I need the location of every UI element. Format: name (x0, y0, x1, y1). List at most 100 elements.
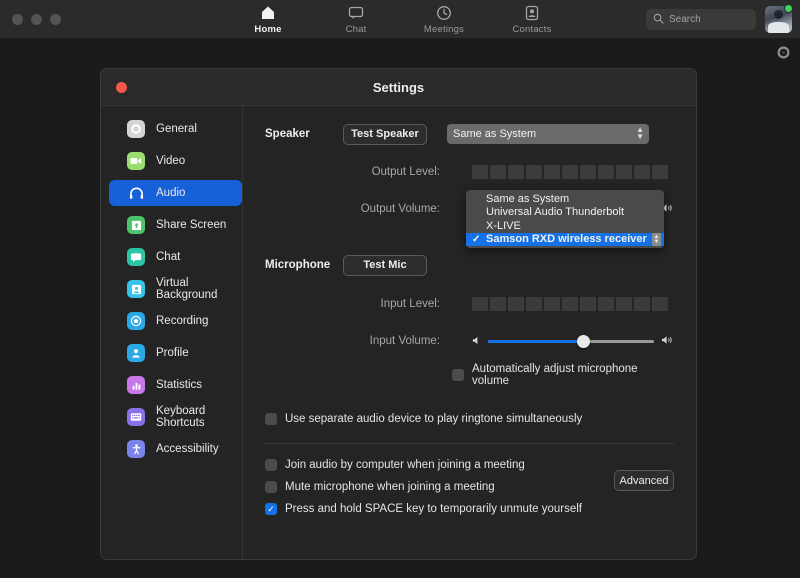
check-icon: ✓ (472, 233, 481, 245)
output-level-meter (472, 165, 668, 179)
section-divider (265, 443, 674, 444)
sidebar-item-recording[interactable]: Recording (109, 308, 242, 334)
space-key-checkbox[interactable]: ✓ (265, 503, 277, 515)
input-volume-track[interactable] (488, 334, 654, 348)
input-volume-knob[interactable] (576, 334, 590, 348)
mute-mic-row[interactable]: Mute microphone when joining a meeting (265, 476, 674, 498)
speaker-section-label: Speaker (265, 128, 310, 140)
dropdown-stepper-icon[interactable]: ▲ ▼ (652, 233, 661, 246)
sidebar-item-label: Accessibility (156, 443, 219, 455)
meter-segment (508, 297, 524, 311)
test-mic-button[interactable]: Test Mic (343, 254, 427, 276)
sidebar-item-label: Chat (156, 251, 181, 263)
sidebar-item-virtual-background[interactable]: Virtual Background (109, 276, 242, 302)
ringtone-device-checkbox[interactable] (265, 413, 277, 425)
meter-segment (544, 165, 560, 179)
sidebar-item-keyboard-shortcuts[interactable]: Keyboard Shortcuts (109, 404, 242, 430)
tab-meetings[interactable]: Meetings (416, 2, 472, 35)
close-icon[interactable] (116, 82, 127, 93)
ringtone-device-row[interactable]: Use separate audio device to play ringto… (265, 408, 674, 430)
mic-low-icon (472, 332, 481, 350)
sidebar-item-label: General (156, 123, 197, 135)
dropdown-option-x-live[interactable]: X-LIVE (466, 219, 664, 233)
accessibility-icon (127, 440, 145, 458)
chat-bubble-icon (348, 4, 364, 21)
meter-segment (526, 297, 542, 311)
space-key-row[interactable]: ✓ Press and hold SPACE key to temporaril… (265, 498, 674, 520)
person-icon (127, 344, 145, 362)
sidebar-item-statistics[interactable]: Statistics (109, 372, 242, 398)
auto-adjust-mic-label: Automatically adjust microphone volume (472, 363, 638, 387)
video-camera-icon (127, 152, 145, 170)
meter-segment (508, 165, 524, 179)
chevron-updown-icon: ▲ ▼ (636, 125, 644, 141)
sidebar-item-label: Profile (156, 347, 189, 359)
audio-device-dropdown-menu[interactable]: Same as System Universal Audio Thunderbo… (466, 190, 664, 248)
dropdown-option-same-as-system[interactable]: Same as System (466, 192, 664, 206)
settings-window: Settings General Video Audio Share Scree… (100, 68, 697, 560)
sidebar-item-label: Keyboard Shortcuts (156, 405, 206, 429)
meter-segment (598, 165, 614, 179)
sidebar-item-profile[interactable]: Profile (109, 340, 242, 366)
join-audio-row[interactable]: Join audio by computer when joining a me… (265, 454, 674, 476)
gear-icon (127, 120, 145, 138)
speaker-device-select[interactable]: Same as System ▲ ▼ (447, 124, 649, 144)
input-volume-row: Input Volume: (265, 327, 674, 355)
sidebar-item-audio[interactable]: Audio (109, 180, 243, 206)
speaker-row: Speaker Test Speaker Same as System ▲ ▼ (265, 120, 674, 148)
person-frame-icon (127, 280, 145, 298)
test-speaker-button[interactable]: Test Speaker (343, 123, 427, 145)
dropdown-option-label: Universal Audio Thunderbolt (486, 206, 624, 219)
sidebar-item-chat[interactable]: Chat (109, 244, 242, 270)
sidebar-item-general[interactable]: General (109, 116, 242, 142)
dropdown-option-universal-audio-thunderbolt[interactable]: Universal Audio Thunderbolt (466, 206, 664, 220)
space-key-label: Press and hold SPACE key to temporarily … (285, 503, 583, 515)
meter-segment (472, 297, 488, 311)
search-input[interactable]: Search (646, 9, 756, 30)
contact-card-icon (525, 4, 539, 21)
meter-segment (652, 297, 668, 311)
search-icon (653, 11, 664, 29)
output-volume-label: Output Volume: (360, 203, 440, 215)
meter-segment (634, 165, 650, 179)
auto-adjust-mic-checkbox[interactable] (452, 369, 464, 381)
meter-segment (544, 297, 560, 311)
avatar-body (768, 22, 789, 33)
audio-settings-panel: Speaker Test Speaker Same as System ▲ ▼ O… (243, 106, 696, 559)
input-level-label: Input Level: (380, 298, 440, 310)
mute-mic-label: Mute microphone when joining a meeting (285, 481, 495, 493)
sidebar-item-video[interactable]: Video (109, 148, 242, 174)
chat-bubble-icon (127, 248, 145, 266)
keyboard-icon (127, 408, 145, 426)
sidebar-item-label: Video (156, 155, 186, 167)
sidebar-item-share-screen[interactable]: Share Screen (109, 212, 242, 238)
input-level-row: Input Level: (265, 290, 674, 318)
dropdown-option-label: Same as System (486, 192, 570, 205)
meter-segment (616, 297, 632, 311)
auto-adjust-mic-row[interactable]: Automatically adjust microphone volume (452, 363, 674, 387)
avatar-head (774, 10, 783, 19)
clock-icon (436, 4, 452, 21)
advanced-button[interactable]: Advanced (614, 470, 674, 491)
tab-chat[interactable]: Chat (328, 2, 384, 35)
dropdown-option-samson-rxd-wireless-receiver[interactable]: ✓ Samson RXD wireless receiver (466, 232, 664, 246)
tab-contacts[interactable]: Contacts (504, 2, 560, 35)
input-level-meter (472, 297, 668, 311)
input-volume-slider[interactable] (472, 332, 674, 350)
dropdown-option-label: Samson RXD wireless receiver (486, 233, 647, 246)
mute-mic-checkbox[interactable] (265, 481, 277, 493)
search-placeholder: Search (669, 14, 701, 25)
join-audio-checkbox[interactable] (265, 459, 277, 471)
gear-icon[interactable] (776, 45, 791, 65)
sidebar-item-accessibility[interactable]: Accessibility (109, 436, 242, 462)
record-dot-icon (127, 312, 145, 330)
meter-segment (616, 165, 632, 179)
meter-segment (580, 297, 596, 311)
bar-chart-icon (127, 376, 145, 394)
tab-home[interactable]: Home (240, 2, 296, 35)
meter-segment (652, 165, 668, 179)
tab-chat-label: Chat (345, 24, 367, 35)
zoom-app-window: Home Chat Meetings Contacts Search Setti… (0, 0, 800, 578)
check-icon: ✓ (267, 503, 275, 514)
page-title: Settings (372, 79, 425, 95)
